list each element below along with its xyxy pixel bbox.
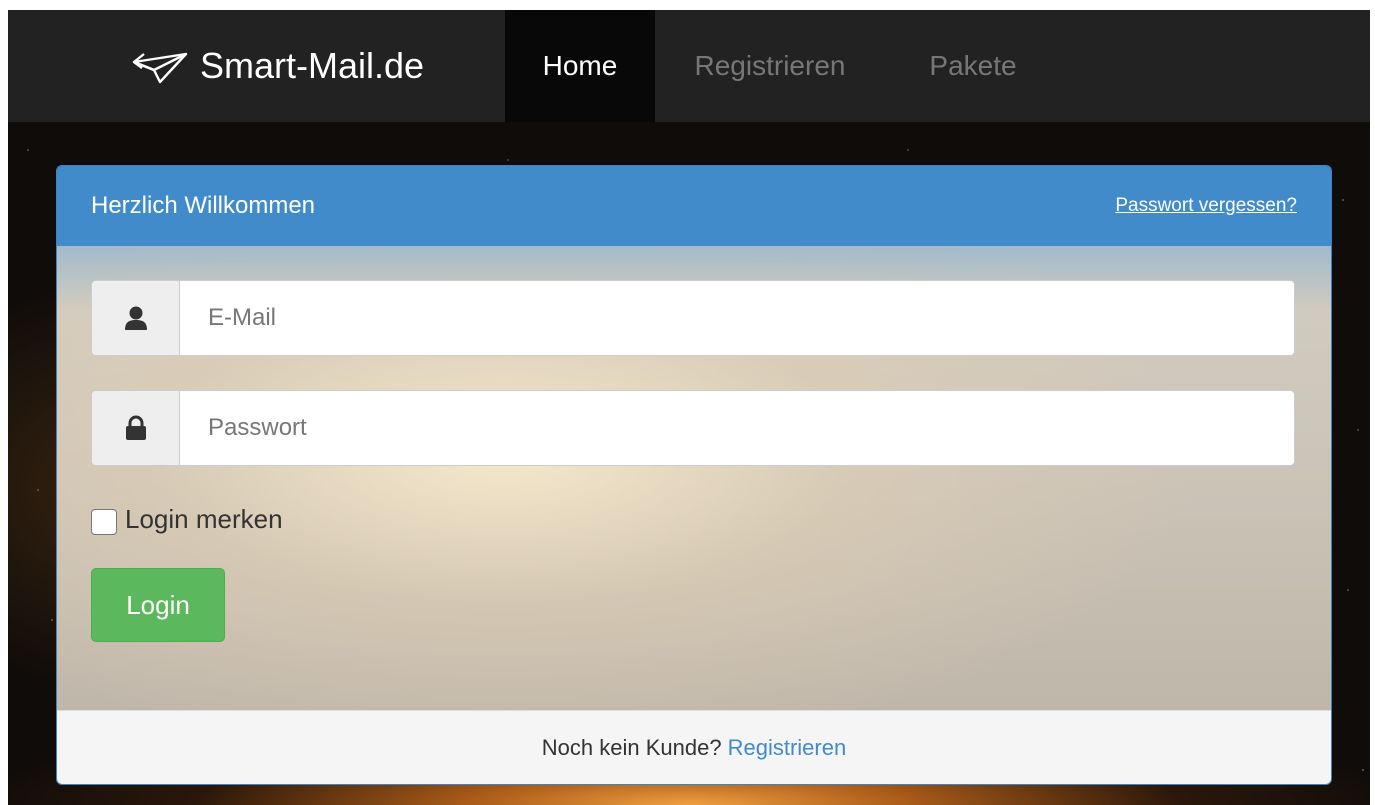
password-input-group bbox=[91, 390, 1295, 466]
brand-name: Smart-Mail.de bbox=[200, 45, 425, 86]
nav-pakete[interactable]: Pakete bbox=[923, 10, 1023, 122]
brand-link[interactable]: Smart-Mail.de bbox=[130, 10, 424, 122]
remember-label[interactable]: Login merken bbox=[125, 504, 283, 535]
email-input-group bbox=[91, 280, 1295, 356]
register-link[interactable]: Registrieren bbox=[728, 735, 847, 761]
footer-text: Noch kein Kunde? bbox=[541, 735, 722, 760]
nav-home[interactable]: Home bbox=[505, 10, 655, 122]
page-background: Smart-Mail.de Home Registrieren Pakete H… bbox=[8, 10, 1370, 805]
nav-registrieren[interactable]: Registrieren bbox=[680, 10, 860, 122]
password-field[interactable] bbox=[180, 391, 1294, 465]
panel-heading: Herzlich Willkommen Passwort vergessen? bbox=[57, 166, 1331, 246]
forgot-password-link[interactable]: Passwort vergessen? bbox=[1115, 166, 1297, 246]
paper-plane-icon bbox=[130, 46, 190, 86]
navbar: Smart-Mail.de Home Registrieren Pakete bbox=[8, 10, 1370, 122]
panel-title: Herzlich Willkommen bbox=[91, 192, 316, 219]
remember-login: Login merken bbox=[91, 501, 283, 537]
lock-icon bbox=[92, 391, 180, 465]
login-button[interactable]: Login bbox=[91, 568, 225, 642]
panel-body: Login merken Login bbox=[57, 246, 1331, 710]
panel-footer: Noch kein Kunde? Registrieren bbox=[57, 710, 1331, 784]
user-icon bbox=[92, 281, 180, 355]
email-field[interactable] bbox=[180, 281, 1294, 355]
login-panel: Herzlich Willkommen Passwort vergessen? bbox=[56, 165, 1332, 785]
remember-checkbox[interactable] bbox=[91, 509, 117, 535]
